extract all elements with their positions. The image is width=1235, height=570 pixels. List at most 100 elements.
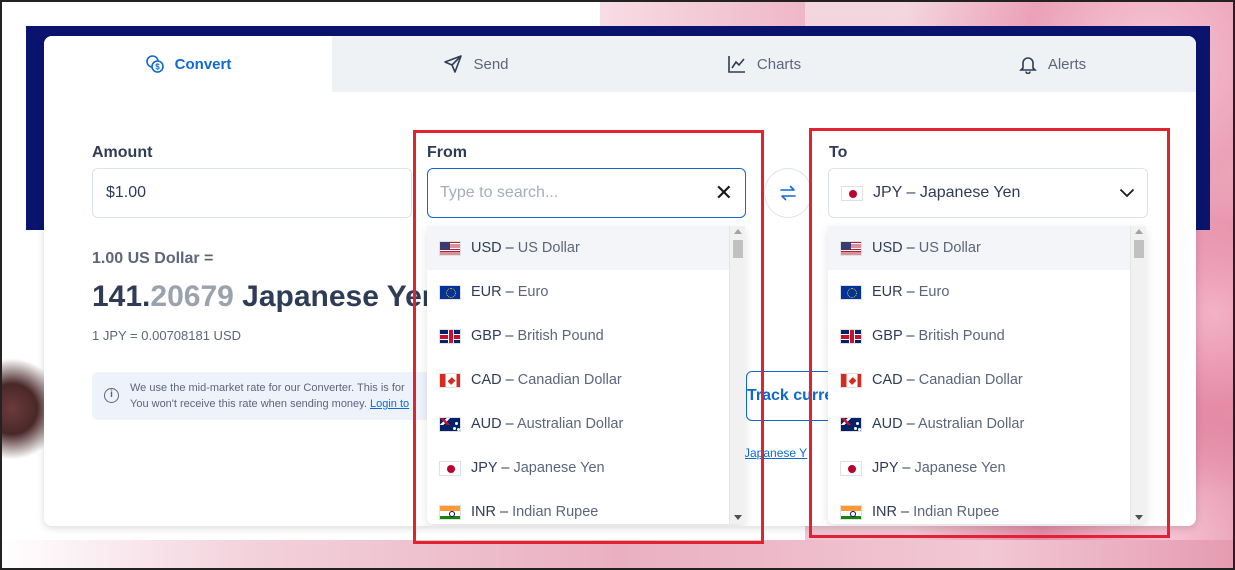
swap-currencies-button[interactable] bbox=[764, 168, 812, 218]
result-currency: Japanese Yen bbox=[233, 280, 441, 313]
background-blossom-bottom bbox=[0, 540, 1235, 570]
currency-label: USD – US Dollar bbox=[872, 240, 981, 256]
close-icon[interactable]: ✕ bbox=[715, 182, 733, 204]
conversion-link-text: Japanese Y bbox=[744, 446, 807, 460]
to-selected-value: JPY – Japanese Yen bbox=[873, 184, 1021, 201]
tab-label: Send bbox=[473, 55, 509, 73]
currency-name: Indian Rupee bbox=[512, 504, 599, 520]
amount-label: Amount bbox=[92, 144, 153, 161]
currency-code: JPY – bbox=[872, 460, 915, 476]
tab-bar: $ Convert Send Charts Alerts bbox=[44, 36, 1196, 92]
amount-input[interactable]: $1.00 bbox=[92, 168, 412, 218]
currency-option-usd[interactable]: USD – US Dollar bbox=[828, 226, 1130, 270]
currency-label: AUD – Australian Dollar bbox=[471, 416, 623, 432]
currency-name: US Dollar bbox=[517, 240, 580, 256]
tab-convert[interactable]: $ Convert bbox=[44, 36, 332, 92]
aud-flag-icon bbox=[439, 416, 461, 432]
currency-name: US Dollar bbox=[918, 240, 981, 256]
scroll-up-icon[interactable] bbox=[734, 229, 742, 234]
currency-name: British Pound bbox=[918, 328, 1005, 344]
currency-code: GBP – bbox=[872, 328, 919, 344]
info-icon: i bbox=[104, 388, 119, 403]
scroll-down-icon[interactable] bbox=[734, 515, 742, 520]
currency-name: Australian Dollar bbox=[917, 416, 1025, 432]
eur-flag-icon bbox=[840, 284, 862, 300]
currency-option-inr[interactable]: INR – Indian Rupee bbox=[828, 490, 1130, 524]
result-decimals: 20679 bbox=[150, 280, 234, 313]
info-text-line1: We use the mid-market rate for our Conve… bbox=[130, 382, 405, 394]
result-source: 1.00 US Dollar = bbox=[92, 250, 214, 267]
currency-option-gbp[interactable]: GBP – British Pound bbox=[427, 314, 729, 358]
mid-market-info: i We use the mid-market rate for our Con… bbox=[92, 372, 432, 420]
jpy-flag-icon bbox=[840, 460, 862, 476]
scroll-up-icon[interactable] bbox=[1135, 229, 1143, 234]
currency-code: EUR – bbox=[471, 284, 518, 300]
currency-option-jpy[interactable]: JPY – Japanese Yen bbox=[427, 446, 729, 490]
from-currency-list: USD – US Dollar EUR – Euro GBP – British P… bbox=[427, 226, 729, 524]
from-scrollbar[interactable] bbox=[729, 226, 745, 524]
swap-icon bbox=[780, 185, 796, 201]
tab-label: Convert bbox=[174, 55, 232, 73]
currency-option-aud[interactable]: AUD – Australian Dollar bbox=[427, 402, 729, 446]
info-text-line2: You won't receive this rate when sending… bbox=[130, 396, 432, 412]
tab-label: Alerts bbox=[1047, 55, 1087, 73]
currency-option-usd[interactable]: USD – US Dollar bbox=[427, 226, 729, 270]
currency-option-eur[interactable]: EUR – Euro bbox=[828, 270, 1130, 314]
currency-label: EUR – Euro bbox=[471, 284, 548, 300]
to-scrollbar[interactable] bbox=[1130, 226, 1146, 524]
currency-code: CAD – bbox=[471, 372, 518, 388]
currency-label: JPY – Japanese Yen bbox=[872, 460, 1006, 476]
gbp-flag-icon bbox=[840, 328, 862, 344]
info-text: You won't receive this rate when sending… bbox=[130, 398, 367, 410]
currency-name: Euro bbox=[918, 284, 950, 300]
currency-label: INR – Indian Rupee bbox=[471, 504, 598, 520]
scroll-down-icon[interactable] bbox=[1135, 515, 1143, 520]
currency-code: USD – bbox=[471, 240, 518, 256]
gbp-flag-icon bbox=[439, 328, 461, 344]
currency-option-eur[interactable]: EUR – Euro bbox=[427, 270, 729, 314]
chevron-down-icon bbox=[1119, 188, 1135, 198]
from-search-input[interactable]: Type to search... ✕ bbox=[427, 168, 746, 218]
tab-send[interactable]: Send bbox=[332, 36, 620, 92]
from-currency-dropdown: USD – US Dollar EUR – Euro GBP – British P… bbox=[427, 226, 745, 524]
currency-code: AUD – bbox=[471, 416, 517, 432]
usd-flag-icon bbox=[439, 240, 461, 256]
currency-name: Canadian Dollar bbox=[918, 372, 1023, 388]
line-chart-icon bbox=[728, 56, 745, 73]
currency-option-jpy[interactable]: JPY – Japanese Yen bbox=[828, 446, 1130, 490]
currency-label: GBP – British Pound bbox=[471, 328, 604, 344]
currency-name: Indian Rupee bbox=[913, 504, 1000, 520]
scroll-thumb[interactable] bbox=[1134, 240, 1144, 258]
currency-code: CAD – bbox=[872, 372, 919, 388]
paper-plane-icon bbox=[444, 55, 463, 73]
currency-code: INR – bbox=[872, 504, 914, 520]
tab-alerts[interactable]: Alerts bbox=[908, 36, 1196, 92]
currency-name: Euro bbox=[517, 284, 549, 300]
japanese-yen-link[interactable]: Japanese Y bbox=[744, 446, 807, 460]
currency-option-cad[interactable]: CAD – Canadian Dollar bbox=[427, 358, 729, 402]
currency-label: JPY – Japanese Yen bbox=[471, 460, 605, 476]
currency-option-cad[interactable]: CAD – Canadian Dollar bbox=[828, 358, 1130, 402]
currency-option-gbp[interactable]: GBP – British Pound bbox=[828, 314, 1130, 358]
currency-code: GBP – bbox=[471, 328, 518, 344]
converter-card: $ Convert Send Charts Alerts Amount $1.0… bbox=[44, 36, 1196, 526]
currency-option-aud[interactable]: AUD – Australian Dollar bbox=[828, 402, 1130, 446]
svg-text:$: $ bbox=[155, 63, 160, 72]
currency-name: Japanese Yen bbox=[914, 460, 1006, 476]
to-currency-select[interactable]: JPY – Japanese Yen bbox=[828, 168, 1148, 218]
currency-label: INR – Indian Rupee bbox=[872, 504, 999, 520]
inverse-rate: 1 JPY = 0.00708181 USD bbox=[92, 328, 242, 343]
to-currency-list: USD – US Dollar EUR – Euro GBP – British P… bbox=[828, 226, 1130, 524]
inr-flag-icon bbox=[439, 504, 461, 520]
currency-code: AUD – bbox=[872, 416, 918, 432]
currency-code: INR – bbox=[471, 504, 513, 520]
inr-flag-icon bbox=[840, 504, 862, 520]
currency-option-inr[interactable]: INR – Indian Rupee bbox=[427, 490, 729, 524]
tab-charts[interactable]: Charts bbox=[620, 36, 908, 92]
login-link[interactable]: Login to bbox=[370, 398, 409, 410]
to-currency-dropdown: USD – US Dollar EUR – Euro GBP – British P… bbox=[828, 226, 1146, 524]
scroll-thumb[interactable] bbox=[733, 240, 743, 258]
from-label: From bbox=[427, 144, 467, 161]
to-label: To bbox=[829, 144, 848, 161]
currency-code: USD – bbox=[872, 240, 919, 256]
